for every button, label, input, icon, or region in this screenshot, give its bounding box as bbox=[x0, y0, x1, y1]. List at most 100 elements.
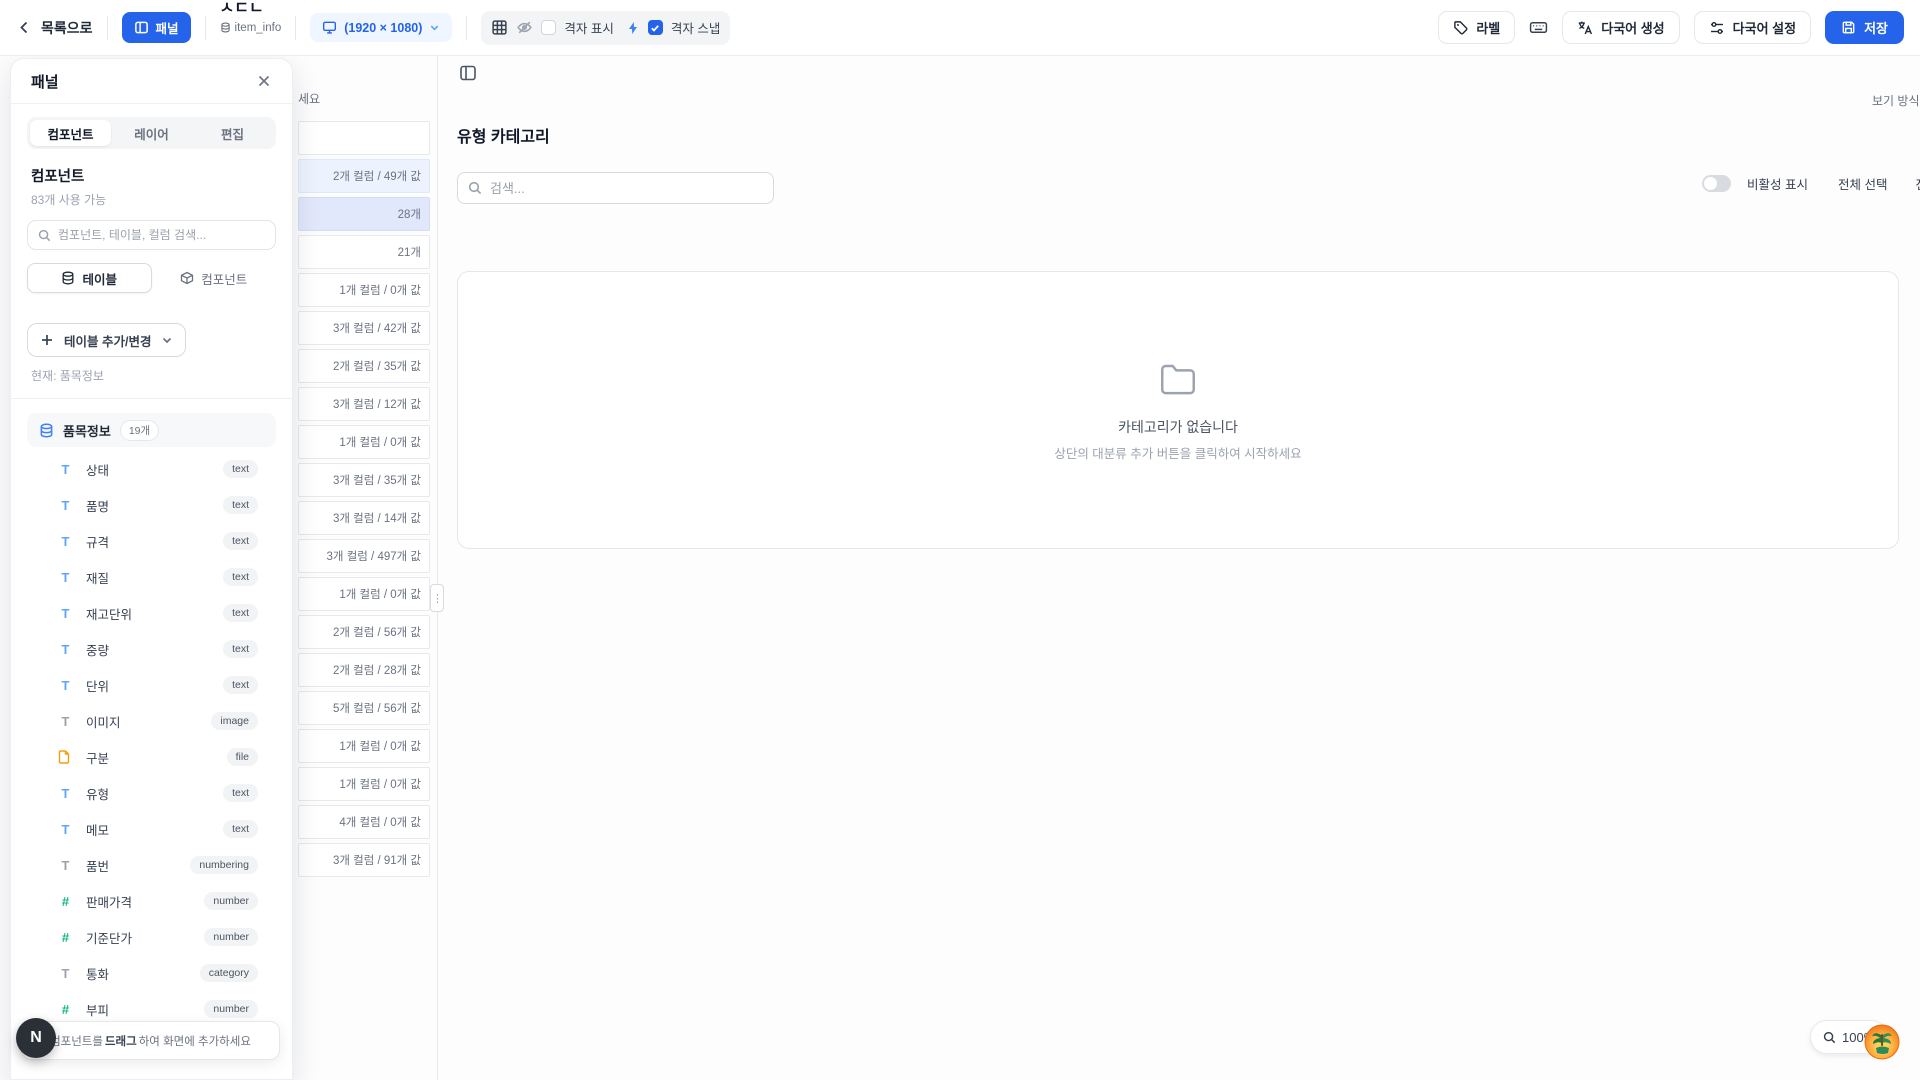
beach-emoji-badge[interactable] bbox=[1862, 1022, 1902, 1062]
field-row[interactable]: T품번numbering bbox=[11, 847, 292, 883]
table-list-row[interactable]: 3개 컬럼 / 14개 값 bbox=[298, 501, 430, 535]
plus-icon bbox=[40, 333, 54, 347]
panel-heading: 컴포넌트 bbox=[31, 165, 272, 186]
table-list-row[interactable]: 3개 컬럼 / 497개 값 bbox=[298, 539, 430, 573]
source-tab-table[interactable]: 테이블 bbox=[27, 263, 152, 293]
database-icon bbox=[39, 423, 54, 438]
field-type-badge: text bbox=[223, 568, 258, 586]
i18n-generate-button[interactable]: 다국어 생성 bbox=[1562, 11, 1679, 44]
table-list-row[interactable]: 3개 컬럼 / 35개 값 bbox=[298, 463, 430, 497]
database-icon bbox=[220, 22, 231, 33]
toolbar-right-group: 라벨 다국어 생성 다국어 설정 bbox=[1438, 11, 1904, 44]
table-list-row[interactable]: 2개 컬럼 / 35개 값 bbox=[298, 349, 430, 383]
field-name: 상태 bbox=[86, 460, 109, 479]
grid-snap-label[interactable]: 격자 스냅 bbox=[671, 18, 720, 37]
field-type-badge: text bbox=[223, 640, 258, 658]
table-list-row[interactable]: 1개 컬럼 / 0개 값 bbox=[298, 273, 430, 307]
table-list-row[interactable]: 2개 컬럼 / 49개 값 bbox=[298, 159, 430, 193]
inactive-toggle[interactable] bbox=[1702, 175, 1731, 192]
close-icon[interactable] bbox=[256, 73, 272, 89]
grid-show-checkbox[interactable] bbox=[541, 20, 556, 35]
table-list-row[interactable]: 3개 컬럼 / 12개 값 bbox=[298, 387, 430, 421]
table-list-row[interactable]: 5개 컬럼 / 56개 값 bbox=[298, 691, 430, 725]
table-list: 세요 2개 컬럼 / 49개 값28개21개1개 컬럼 / 0개 값3개 컬럼 … bbox=[298, 90, 430, 881]
field-row[interactable]: T규격text bbox=[11, 523, 292, 559]
deselect-all-link[interactable]: 전체 해제 bbox=[1915, 174, 1920, 193]
document-title-block: ㅅㄷㄴ item_info bbox=[220, 0, 282, 56]
field-row[interactable]: T통화category bbox=[11, 955, 292, 991]
field-type-badge: text bbox=[223, 532, 258, 550]
table-list-row[interactable]: 21개 bbox=[298, 235, 430, 269]
panel-toggle-button[interactable]: 패널 bbox=[122, 12, 191, 43]
table-list-row[interactable]: 1개 컬럼 / 0개 값 bbox=[298, 729, 430, 763]
category-search-box[interactable] bbox=[457, 172, 774, 204]
field-name: 구분 bbox=[86, 748, 109, 767]
pane-resize-handle[interactable]: ⋮ bbox=[430, 584, 444, 612]
table-list-row[interactable]: 1개 컬럼 / 0개 값 bbox=[298, 767, 430, 801]
n-floating-button[interactable]: N bbox=[16, 1018, 56, 1058]
sidebar-toggle-icon[interactable] bbox=[459, 64, 477, 82]
resolution-selector[interactable]: (1920 × 1080) bbox=[310, 13, 452, 42]
field-row[interactable]: T품명text bbox=[11, 487, 292, 523]
divider bbox=[295, 16, 296, 40]
check-icon bbox=[650, 23, 660, 33]
table-list-row-meta: 1개 컬럼 / 0개 값 bbox=[339, 586, 421, 602]
field-row[interactable]: T중량text bbox=[11, 631, 292, 667]
field-type-badge: text bbox=[223, 784, 258, 802]
save-button[interactable]: 저장 bbox=[1825, 11, 1904, 44]
grid-snap-checkbox[interactable] bbox=[648, 20, 663, 35]
field-row[interactable]: T상태text bbox=[11, 451, 292, 487]
i18n-settings-button[interactable]: 다국어 설정 bbox=[1694, 11, 1811, 44]
field-row[interactable]: T단위text bbox=[11, 667, 292, 703]
field-row[interactable]: 구분file bbox=[11, 739, 292, 775]
grid-show-label[interactable]: 격자 표시 bbox=[564, 18, 613, 37]
table-list-row[interactable] bbox=[298, 121, 430, 155]
table-list-row[interactable]: 3개 컬럼 / 91개 값 bbox=[298, 843, 430, 877]
panel-tab-bar: 컴포넌트레이어편집 bbox=[27, 117, 276, 149]
field-row[interactable]: T재고단위text bbox=[11, 595, 292, 631]
lightning-icon bbox=[626, 21, 640, 35]
table-list-row[interactable]: 1개 컬럼 / 0개 값 bbox=[298, 425, 430, 459]
chevron-down-icon bbox=[429, 22, 440, 33]
table-list-row[interactable]: 2개 컬럼 / 28개 값 bbox=[298, 653, 430, 687]
panel-search-box[interactable] bbox=[27, 220, 276, 250]
table-list-row-meta: 2개 컬럼 / 56개 값 bbox=[333, 624, 421, 640]
source-tab-component[interactable]: 컴포넌트 bbox=[152, 263, 277, 293]
field-row[interactable]: T메모text bbox=[11, 811, 292, 847]
text-field-icon: T bbox=[58, 606, 73, 621]
view-mode-label[interactable]: 보기 방식 bbox=[1872, 92, 1920, 109]
keyboard-shortcuts-button[interactable] bbox=[1529, 18, 1548, 37]
field-type-badge: text bbox=[223, 676, 258, 694]
table-list-row[interactable]: 3개 컬럼 / 42개 값 bbox=[298, 311, 430, 345]
field-name: 판매가격 bbox=[86, 892, 132, 911]
field-row[interactable]: #기준단가number bbox=[11, 919, 292, 955]
table-list-row-meta: 2개 컬럼 / 35개 값 bbox=[333, 358, 421, 374]
select-all-link[interactable]: 전체 선택 bbox=[1838, 174, 1887, 193]
panel-header: 패널 bbox=[11, 59, 292, 104]
text-field-icon: T bbox=[58, 534, 73, 549]
field-row[interactable]: #판매가격number bbox=[11, 883, 292, 919]
panel-tab-컴포넌트[interactable]: 컴포넌트 bbox=[30, 120, 111, 146]
divider bbox=[11, 398, 292, 399]
add-table-button[interactable]: 테이블 추가/변경 bbox=[27, 323, 186, 357]
panel-tab-편집[interactable]: 편집 bbox=[192, 120, 273, 146]
empty-state-title: 카테고리가 없습니다 bbox=[1118, 417, 1238, 437]
field-row[interactable]: T이미지image bbox=[11, 703, 292, 739]
table-list-row[interactable]: 28개 bbox=[298, 197, 430, 231]
inactive-toggle-label[interactable]: 비활성 표시 bbox=[1747, 174, 1808, 193]
label-button[interactable]: 라벨 bbox=[1438, 11, 1515, 44]
table-list-row[interactable]: 4개 컬럼 / 0개 값 bbox=[298, 805, 430, 839]
table-list-row-meta: 3개 컬럼 / 42개 값 bbox=[333, 320, 421, 336]
back-to-list-button[interactable]: 목록으로 bbox=[16, 18, 93, 38]
table-list-row[interactable]: 1개 컬럼 / 0개 값 bbox=[298, 577, 430, 611]
panel-search-input[interactable] bbox=[58, 228, 265, 242]
panel-tab-레이어[interactable]: 레이어 bbox=[111, 120, 192, 146]
table-list-row[interactable]: 2개 컬럼 / 56개 값 bbox=[298, 615, 430, 649]
panel-section-head: 컴포넌트 83개 사용 가능 bbox=[11, 149, 292, 208]
component-panel: 패널 컴포넌트레이어편집 컴포넌트 83개 사용 가능 bbox=[10, 58, 293, 1080]
field-row[interactable]: T재질text bbox=[11, 559, 292, 595]
category-search-input[interactable] bbox=[490, 181, 763, 196]
field-row[interactable]: T유형text bbox=[11, 775, 292, 811]
text-field-icon: T bbox=[58, 786, 73, 801]
table-group-header[interactable]: 품목정보 19개 bbox=[27, 413, 276, 447]
